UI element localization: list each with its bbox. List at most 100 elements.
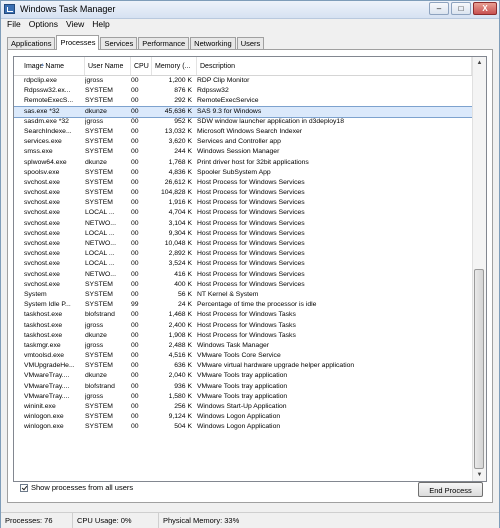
process-row[interactable]: VMUpgradeHe... SYSTEM 00 636 K VMware virtua… — [14, 361, 472, 371]
process-memory: 952 K — [174, 117, 192, 125]
process-row[interactable]: taskhost.exe blofstrand 00 1,468 K Host Proc… — [14, 310, 472, 320]
process-row[interactable]: svchost.exe SYSTEM 00 104,828 K Host Process… — [14, 188, 472, 198]
menu-view[interactable]: View — [66, 18, 84, 30]
close-button[interactable]: X — [473, 2, 497, 15]
process-row[interactable]: svchost.exe SYSTEM 00 26,612 K Host Process … — [14, 178, 472, 188]
process-memory: 2,040 K — [168, 372, 192, 380]
process-image-name: svchost.exe — [24, 270, 60, 278]
process-row[interactable]: spoolsv.exe SYSTEM 00 4,836 K Spooler SubSys… — [14, 168, 472, 178]
process-row[interactable]: svchost.exe NETWO... 00 3,104 K Host Process… — [14, 219, 472, 229]
process-memory: 504 K — [174, 423, 192, 431]
show-all-checkbox[interactable] — [20, 483, 28, 492]
maximize-button[interactable]: □ — [451, 2, 471, 15]
show-all-processes[interactable]: Show processes from all users — [20, 483, 133, 492]
process-row[interactable]: svchost.exe LOCAL ... 00 4,704 K Host Proces… — [14, 208, 472, 218]
process-row[interactable]: SearchIndexe... SYSTEM 00 13,032 K Microsoft… — [14, 127, 472, 137]
process-image-name: svchost.exe — [24, 250, 60, 258]
process-row[interactable]: VMwareTray.... blofstrand 00 936 K VMware To… — [14, 382, 472, 392]
scroll-up-icon[interactable]: ▲ — [473, 57, 486, 69]
process-description: Microsoft Windows Search Indexer — [197, 127, 303, 135]
process-row[interactable]: svchost.exe SYSTEM 00 400 K Host Process for… — [14, 280, 472, 290]
process-user-name: SYSTEM — [85, 87, 113, 95]
process-cpu: 00 — [131, 280, 139, 288]
process-cpu: 00 — [131, 382, 139, 390]
process-row[interactable]: VMwareTray.... dkunze 00 2,040 K VMware Tool… — [14, 371, 472, 381]
window-title: Windows Task Manager — [20, 4, 116, 14]
process-row[interactable]: System SYSTEM 00 56 K NT Kernel & System — [14, 290, 472, 300]
menu-file[interactable]: File — [7, 18, 21, 30]
process-row[interactable]: svchost.exe LOCAL ... 00 9,304 K Host Proces… — [14, 229, 472, 239]
process-memory: 636 K — [174, 362, 192, 370]
process-cpu: 00 — [131, 250, 139, 258]
process-description: Host Process for Windows Services — [197, 280, 305, 288]
vertical-scrollbar[interactable]: ▲ ▼ — [472, 57, 486, 481]
process-row[interactable]: Rdpssw32.ex... SYSTEM 00 876 K Rdpssw32 — [14, 86, 472, 96]
process-description: RDP Clip Monitor — [197, 77, 250, 84]
column-memory[interactable]: Memory (... — [152, 57, 197, 75]
process-image-name: vmtoolsd.exe — [24, 352, 65, 360]
process-description: Host Process for Windows Services — [197, 178, 305, 186]
process-row[interactable]: sas.exe *32 dkunze 00 45,636 K SAS 9.3 for W… — [14, 105, 473, 118]
process-cpu: 00 — [131, 321, 139, 329]
process-row[interactable]: vmtoolsd.exe SYSTEM 00 4,516 K VMware Tools … — [14, 351, 472, 361]
menu-options[interactable]: Options — [29, 18, 58, 30]
process-row[interactable]: winlogon.exe SYSTEM 00 9,124 K Windows Logon… — [14, 412, 472, 422]
column-description[interactable]: Description — [197, 57, 472, 75]
process-row[interactable]: svchost.exe NETWO... 00 10,048 K Host Proces… — [14, 239, 472, 249]
process-row[interactable]: services.exe SYSTEM 00 3,620 K Services and … — [14, 137, 472, 147]
column-cpu[interactable]: CPU — [131, 57, 152, 75]
process-row[interactable]: svchost.exe SYSTEM 00 1,916 K Host Process f… — [14, 198, 472, 208]
process-list[interactable]: ▲ Image Name User Name CPU Memory (... D… — [13, 56, 487, 482]
process-memory: 936 K — [174, 382, 192, 390]
process-memory: 1,200 K — [168, 77, 192, 84]
menu-bar: File Options View Help — [3, 18, 110, 30]
process-description: Print driver host for 32bit applications — [197, 158, 309, 166]
process-memory: 104,828 K — [161, 189, 192, 197]
process-user-name: NETWO... — [85, 270, 116, 278]
column-user-name[interactable]: User Name — [85, 57, 131, 75]
process-row[interactable]: smss.exe SYSTEM 00 244 K Windows Session Man… — [14, 147, 472, 157]
process-row[interactable]: taskhost.exe jgross 00 2,400 K Host Process … — [14, 321, 472, 331]
process-memory: 2,892 K — [168, 250, 192, 258]
process-row[interactable]: svchost.exe LOCAL ... 00 2,892 K Host Proces… — [14, 249, 472, 259]
process-description: Host Process for Windows Tasks — [197, 311, 296, 319]
process-row[interactable]: svchost.exe NETWO... 00 416 K Host Process f… — [14, 270, 472, 280]
process-image-name: sas.exe *32 — [24, 107, 60, 115]
process-row[interactable]: RemoteExecS... SYSTEM 00 292 K RemoteExecSer… — [14, 96, 472, 106]
sort-arrow-icon: ▲ — [40, 62, 45, 68]
end-process-button[interactable]: End Process — [418, 482, 483, 497]
title-bar[interactable]: Windows Task Manager – □ X — [1, 1, 499, 19]
process-user-name: jgross — [85, 117, 104, 125]
process-row[interactable]: System Idle P... SYSTEM 99 24 K Percentage o… — [14, 300, 472, 310]
process-row[interactable]: VMwareTray.... jgross 00 1,580 K VMware Tool… — [14, 392, 472, 402]
process-row[interactable]: rdpclip.exe jgross 00 1,200 K RDP Clip Monit… — [14, 76, 472, 86]
process-row[interactable]: winlogon.exe SYSTEM 00 504 K Windows Logon A… — [14, 422, 472, 432]
process-row[interactable]: wininit.exe SYSTEM 00 256 K Windows Start-Up… — [14, 402, 472, 412]
column-image-name[interactable]: ▲ Image Name — [14, 57, 85, 75]
process-image-name: RemoteExecS... — [24, 97, 74, 105]
process-row[interactable]: taskhost.exe dkunze 00 1,908 K Host Process … — [14, 331, 472, 341]
process-user-name: jgross — [85, 392, 104, 400]
tab-processes[interactable]: Processes — [56, 35, 100, 50]
scrollbar-thumb[interactable] — [474, 269, 484, 469]
process-user-name: SYSTEM — [85, 127, 113, 135]
process-image-name: VMwareTray.... — [24, 382, 70, 390]
process-memory: 4,516 K — [168, 352, 192, 360]
process-row[interactable]: sasdm.exe *32 jgross 00 952 K SDW window lau… — [14, 117, 472, 127]
process-row[interactable]: svchost.exe LOCAL ... 00 3,524 K Host Proces… — [14, 259, 472, 269]
process-cpu: 00 — [131, 372, 139, 380]
process-user-name: dkunze — [85, 331, 107, 339]
process-description: Services and Controller app — [197, 138, 281, 146]
scroll-down-icon[interactable]: ▼ — [473, 469, 486, 481]
process-row[interactable]: splwow64.exe dkunze 00 1,768 K Print driver … — [14, 158, 472, 168]
minimize-button[interactable]: – — [429, 2, 449, 15]
process-cpu: 00 — [131, 403, 139, 410]
menu-help[interactable]: Help — [92, 18, 109, 30]
process-row[interactable]: taskmgr.exe jgross 00 2,488 K Windows Task M… — [14, 341, 472, 351]
process-description: NT Kernel & System — [197, 290, 259, 298]
process-image-name: svchost.exe — [24, 240, 60, 247]
process-cpu: 00 — [131, 219, 139, 227]
process-description: Windows Logon Application — [197, 423, 281, 431]
status-processes: Processes: 76 — [1, 513, 73, 528]
process-image-name: rdpclip.exe — [24, 77, 57, 84]
